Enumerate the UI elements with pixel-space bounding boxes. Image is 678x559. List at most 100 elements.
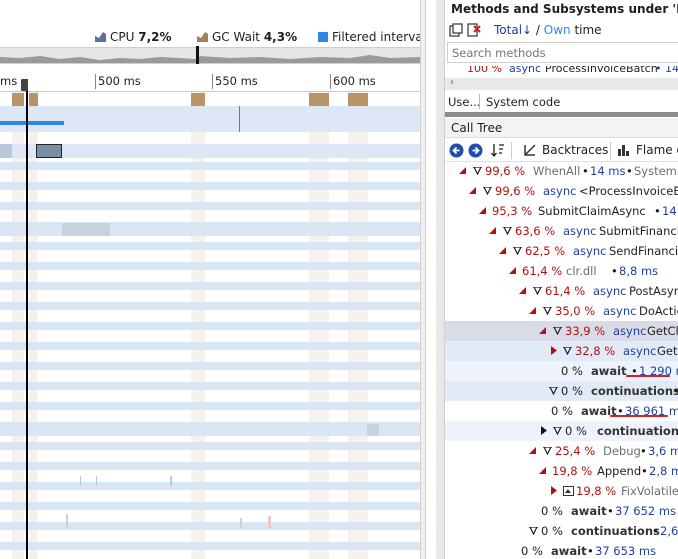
expanded-arrow-icon[interactable] — [529, 447, 536, 454]
thread-lane[interactable] — [0, 262, 420, 270]
overview-cursor[interactable] — [196, 46, 199, 64]
thread-lane[interactable] — [0, 342, 420, 350]
expanded-arrow-icon[interactable] — [459, 167, 466, 174]
thread-lane[interactable] — [0, 302, 420, 310]
time-ruler[interactable]: ms 500 ms 550 ms 600 ms — [0, 66, 420, 92]
flame-graph-icon[interactable] — [617, 143, 631, 160]
copy-icon[interactable] — [449, 23, 463, 40]
timeline-view[interactable]: CPU 7,2% GC Wait 4,3% Filtered intervals… — [0, 0, 420, 559]
forward-arrow-icon[interactable] — [468, 143, 483, 161]
total-time-toggle[interactable]: Total — [494, 23, 522, 37]
expanded-arrow-icon[interactable] — [499, 247, 506, 254]
call-tree-row[interactable]: 0 % continuations • 2,6 — [445, 521, 678, 541]
call-tree-row[interactable]: 63,6 % async SubmitFinancial — [445, 221, 678, 241]
methods-horizontal-scrollbar[interactable]: ‹ — [445, 77, 678, 90]
tabs-splitter[interactable] — [445, 112, 678, 117]
scroll-left-icon[interactable]: ‹ — [450, 77, 454, 88]
call-tree-row[interactable]: 99,6 % async <ProcessInvoiceBat — [445, 181, 678, 201]
legend-cpu[interactable]: CPU 7,2% — [95, 30, 172, 44]
call-tree-row[interactable]: 0 % await • 37 653 ms — [445, 541, 678, 559]
thread-lane[interactable] — [0, 322, 420, 330]
expanded-arrow-icon[interactable] — [479, 207, 486, 214]
expanded-arrow-icon[interactable] — [529, 307, 536, 314]
call-tree-row[interactable]: 99,6 % WhenAll • 14 ms • System.T — [445, 161, 678, 181]
thread-lane-main[interactable] — [0, 106, 420, 132]
expanded-arrow-icon[interactable] — [509, 267, 516, 274]
call-tree-row[interactable]: 95,3 % SubmitClaimAsync • 14 ms — [445, 201, 678, 221]
call-tree-row[interactable]: 25,4 % Debug • 3,6 m — [445, 441, 678, 461]
call-tree-row[interactable]: 35,0 % async DoActio — [445, 301, 678, 321]
collapsed-arrow-icon[interactable] — [551, 346, 557, 355]
thread-lane[interactable] — [0, 502, 420, 510]
thread-lane[interactable] — [0, 202, 420, 210]
toolbar-divider — [610, 142, 611, 159]
thread-lane[interactable] — [0, 144, 420, 158]
thread-lane[interactable] — [0, 182, 420, 190]
own-time-toggle[interactable]: Own — [544, 23, 571, 37]
call-tree-row[interactable]: 19,8 % FixVolatileD — [445, 481, 678, 501]
call-tree-row[interactable]: 0 % await • 37 652 ms — [445, 501, 678, 521]
timeline-vertical-scrollbar[interactable] — [436, 0, 444, 559]
row-time: 37 652 ms — [615, 504, 677, 518]
cpu-tick — [240, 518, 242, 528]
legend-gc-wait[interactable]: GC Wait 4,3% — [197, 30, 297, 44]
tab-use[interactable]: Use... — [448, 95, 480, 109]
legend-cpu-label: CPU — [110, 30, 135, 44]
call-tree-row[interactable]: 32,8 % async GetC — [445, 341, 678, 361]
expanded-arrow-icon[interactable] — [489, 227, 496, 234]
flame-graph-button[interactable]: Flame g — [636, 143, 678, 157]
remove-filter-icon[interactable] — [467, 23, 481, 40]
row-pct: 33,9 % — [565, 324, 606, 338]
legend-filtered[interactable]: Filtered intervals — [318, 30, 420, 44]
call-tree-row[interactable]: 19,8 % Append • 2,8 m — [445, 461, 678, 481]
backtraces-icon[interactable] — [523, 143, 537, 160]
thread-lane[interactable] — [0, 362, 420, 370]
call-tree-row[interactable]: 0 % continuations • — [445, 381, 678, 401]
back-arrow-icon[interactable] — [449, 143, 464, 161]
selected-slice[interactable] — [36, 144, 62, 158]
thread-lane[interactable] — [0, 514, 420, 530]
call-tree-row[interactable]: 0 % await • 1 290 ms — [445, 361, 678, 381]
call-tree-row[interactable]: 0 % await • 36 961 ms — [445, 401, 678, 421]
expanded-arrow-icon[interactable] — [519, 287, 526, 294]
expanded-arrow-icon[interactable] — [539, 467, 546, 474]
thread-lane[interactable] — [0, 476, 420, 490]
call-tree-row-selected[interactable]: 33,9 % async GetCla — [445, 321, 678, 341]
panel-splitter[interactable] — [420, 0, 426, 559]
thread-lanes[interactable] — [0, 92, 420, 559]
async-chain-icon — [483, 187, 492, 195]
thread-lane[interactable] — [0, 242, 420, 250]
call-tree-row[interactable]: 62,5 % async SendFinancial — [445, 241, 678, 261]
time-mode-label: time — [570, 23, 602, 37]
thread-lane[interactable] — [0, 462, 420, 470]
sort-icon[interactable] — [491, 143, 505, 161]
methods-list-row[interactable]: 100 % async ProcessInvoiceBatch • 14 m — [445, 66, 678, 78]
thread-lane[interactable] — [0, 162, 420, 170]
thread-lane[interactable] — [0, 222, 420, 236]
row-fn: GetC — [657, 344, 678, 358]
thread-lane[interactable] — [0, 282, 420, 290]
backtraces-button[interactable]: Backtraces — [542, 143, 608, 157]
thread-lane[interactable] — [0, 422, 420, 436]
tab-system-code[interactable]: System code — [486, 95, 560, 109]
thread-lane[interactable] — [0, 382, 420, 390]
overview-strip[interactable] — [0, 46, 420, 64]
time-cursor-handle[interactable] — [21, 79, 28, 91]
thread-lane[interactable] — [0, 542, 420, 550]
cpu-tick — [80, 476, 81, 486]
call-tree-row[interactable]: 61,4 % clr.dll • 8,8 ms — [445, 261, 678, 281]
expanded-arrow-icon[interactable] — [539, 327, 546, 334]
call-tree-row[interactable]: 61,4 % async PostAsync — [445, 281, 678, 301]
row-time: 14 ms — [662, 204, 678, 218]
row-fn: Append — [597, 464, 642, 478]
collapsed-arrow-icon[interactable] — [541, 426, 547, 435]
thread-lane[interactable] — [0, 442, 420, 450]
legend-gc-value: 4,3% — [263, 30, 298, 44]
time-cursor[interactable] — [26, 79, 28, 559]
thread-lane[interactable] — [0, 402, 420, 410]
call-tree-row[interactable]: 0 % continuations — [445, 421, 678, 441]
collapsed-arrow-icon[interactable] — [551, 486, 557, 495]
expanded-arrow-icon[interactable] — [469, 187, 476, 194]
search-methods-input[interactable] — [447, 42, 678, 63]
cpu-slice — [367, 424, 379, 436]
